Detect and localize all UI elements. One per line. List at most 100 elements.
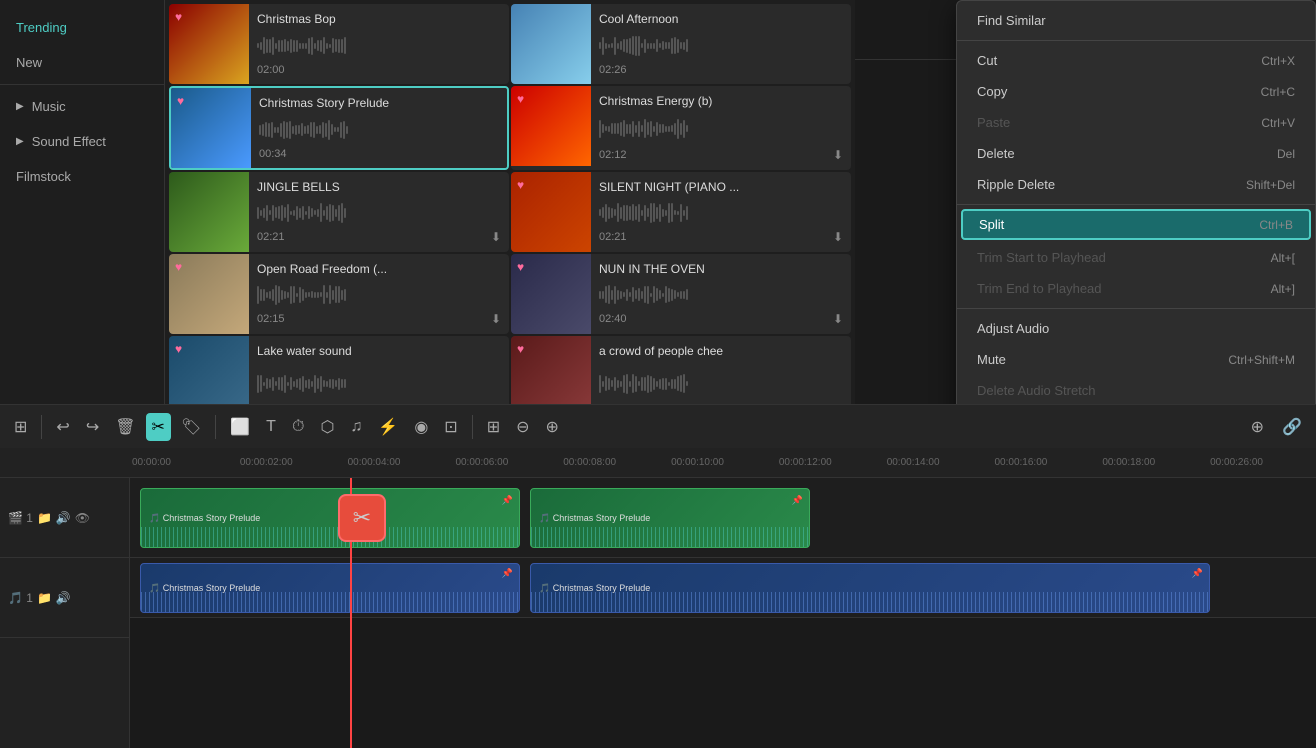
download-icon[interactable]: ⬇: [833, 230, 843, 244]
audio-clip-2[interactable]: 🎵 Christmas Story Prelude 📌: [530, 563, 1210, 613]
menu-item-find-similar[interactable]: Find Similar: [957, 5, 1315, 36]
media-thumb: ♥: [169, 254, 249, 334]
media-info: Lake water sound: [249, 336, 509, 404]
filmstock-label: Filmstock: [16, 169, 71, 184]
color-button[interactable]: ⬡: [314, 413, 340, 441]
media-info: JINGLE BELLS 02:21 ⬇: [249, 172, 509, 252]
video-clip-1[interactable]: 🎵 Christmas Story Prelude 📌: [140, 488, 520, 548]
download-icon[interactable]: ⬇: [491, 230, 501, 244]
menu-item-adjust-audio[interactable]: Adjust Audio: [957, 313, 1315, 344]
menu-item-cut[interactable]: CutCtrl+X: [957, 45, 1315, 76]
zoom-in-button[interactable]: ⊕: [540, 413, 565, 441]
media-thumb: ♥: [171, 88, 251, 168]
undo-button[interactable]: ↩: [50, 413, 75, 441]
menu-item-label: Copy: [977, 84, 1007, 99]
menu-item-label: Adjust Audio: [977, 321, 1049, 336]
ruler-mark: 00:00:12:00: [777, 457, 885, 468]
media-card-christmas-energy[interactable]: ♥ Christmas Energy (b) 02:12 ⬇: [511, 86, 851, 170]
sidebar-item-sound-effect[interactable]: ▶ Sound Effect: [0, 124, 164, 159]
menu-shortcut: Alt+]: [1271, 282, 1295, 296]
media-info: Christmas Bop 02:00: [249, 4, 509, 84]
audio-clip-1[interactable]: 🎵 Christmas Story Prelude 📌: [140, 563, 520, 613]
media-card-christmas-story[interactable]: ♥ Christmas Story Prelude 00:34: [169, 86, 509, 170]
media-duration: 02:40: [599, 313, 627, 325]
menu-item-label: Paste: [977, 115, 1010, 130]
media-card-cool-afternoon[interactable]: Cool Afternoon 02:26: [511, 4, 851, 84]
ruler-mark: 00:00:04:00: [346, 457, 454, 468]
media-card-silent-night[interactable]: ♥ SILENT NIGHT (PIANO ... 02:21 ⬇: [511, 172, 851, 252]
menu-shortcut: Ctrl+X: [1261, 54, 1295, 68]
zoom-out-button[interactable]: ⊖: [510, 413, 535, 441]
download-icon[interactable]: ⬇: [833, 312, 843, 326]
media-duration: 00:34: [259, 148, 287, 160]
clip-1-pin: 📌: [502, 495, 513, 506]
media-card-christmas-bop[interactable]: ♥ Christmas Bop 02:00: [169, 4, 509, 84]
audio-volume-icon[interactable]: 🔊: [56, 591, 71, 605]
crop-button[interactable]: ⊡: [438, 413, 463, 441]
waveform-bars: [257, 360, 501, 404]
menu-item-ripple-delete[interactable]: Ripple DeleteShift+Del: [957, 169, 1315, 200]
audio-button[interactable]: ♫: [344, 414, 368, 440]
zoom-fit-button[interactable]: ⊞: [481, 413, 506, 441]
download-icon[interactable]: ⬇: [491, 312, 501, 326]
media-info: NUN IN THE OVEN 02:40 ⬇: [591, 254, 851, 334]
volume-track-icon[interactable]: 🔊: [56, 511, 71, 525]
media-card-jingle-bells[interactable]: JINGLE BELLS 02:21 ⬇: [169, 172, 509, 252]
media-info: Cool Afternoon 02:26: [591, 4, 851, 84]
download-icon[interactable]: ⬇: [833, 148, 843, 162]
media-card-open-road[interactable]: ♥ Open Road Freedom (... 02:15 ⬇: [169, 254, 509, 334]
heart-icon: ♥: [175, 260, 182, 274]
audio-track-row: 🎵 Christmas Story Prelude 📌 🎵 Christmas …: [130, 558, 1316, 618]
media-footer: 02:21 ⬇: [257, 230, 501, 244]
menu-item-trim-end: Trim End to PlayheadAlt+]: [957, 273, 1315, 304]
media-title: Christmas Bop: [257, 12, 501, 28]
history-button[interactable]: ⏱: [286, 414, 310, 440]
link-clips-button[interactable]: 🔗: [1276, 413, 1308, 441]
sidebar-item-trending[interactable]: Trending: [0, 10, 164, 45]
media-title: SILENT NIGHT (PIANO ...: [599, 180, 843, 196]
media-card-nun-oven[interactable]: ♥ NUN IN THE OVEN 02:40 ⬇: [511, 254, 851, 334]
tag-button[interactable]: 🏷: [175, 413, 207, 441]
transform-button[interactable]: ⬜: [224, 413, 256, 441]
grid-button[interactable]: ⊞: [8, 413, 33, 441]
media-thumb: ♥: [511, 86, 591, 166]
stabilize-button[interactable]: ◉: [408, 413, 434, 441]
menu-item-delete[interactable]: DeleteDel: [957, 138, 1315, 169]
menu-shortcut: Del: [1277, 147, 1295, 161]
media-footer: 02:26: [599, 64, 843, 76]
clip-1-title: 🎵 Christmas Story Prelude: [149, 513, 260, 524]
music-arrow-icon: ▶: [16, 101, 24, 112]
sidebar-item-new[interactable]: New: [0, 45, 164, 80]
folder-icon[interactable]: 📁: [37, 511, 52, 525]
cut-button[interactable]: ✂: [146, 413, 171, 441]
sidebar-item-filmstock[interactable]: Filmstock: [0, 159, 164, 194]
media-card-crowd[interactable]: ♥ a crowd of people chee: [511, 336, 851, 404]
add-track-button[interactable]: ⊕: [1245, 413, 1270, 441]
video-track-label: 🎬 1 📁 🔊 👁: [0, 478, 129, 558]
sidebar-item-music[interactable]: ▶ Music: [0, 89, 164, 124]
eye-icon[interactable]: 👁: [75, 511, 90, 525]
menu-item-mute[interactable]: MuteCtrl+Shift+M: [957, 344, 1315, 375]
redo-button[interactable]: ↪: [80, 413, 105, 441]
delete-button[interactable]: 🗑: [109, 413, 141, 441]
text-button[interactable]: T: [260, 414, 282, 440]
menu-item-split[interactable]: SplitCtrl+B: [961, 209, 1311, 240]
timeline-area: 00:00:0000:00:02:0000:00:04:0000:00:06:0…: [0, 448, 1316, 748]
media-title: NUN IN THE OVEN: [599, 262, 843, 278]
media-footer: 02:00: [257, 64, 501, 76]
ruler-mark: 00:00:06:00: [453, 457, 561, 468]
track-labels: 🎬 1 📁 🔊 👁 🎵 1 📁 🔊: [0, 478, 130, 748]
audio-folder-icon[interactable]: 📁: [37, 591, 52, 605]
timeline-ruler: 00:00:0000:00:02:0000:00:04:0000:00:06:0…: [0, 448, 1316, 478]
media-thumb: [511, 4, 591, 84]
menu-item-copy[interactable]: CopyCtrl+C: [957, 76, 1315, 107]
toolbar-separator-1: [41, 415, 42, 439]
speed-button[interactable]: ⚡: [372, 413, 404, 441]
audio-track-icons: 🎵 1 📁 🔊: [8, 591, 71, 605]
waveform-bars: [599, 28, 843, 64]
menu-item-trim-start: Trim Start to PlayheadAlt+[: [957, 242, 1315, 273]
audio-track-label: 🎵 1 📁 🔊: [0, 558, 129, 638]
media-card-lake-water[interactable]: ♥ Lake water sound: [169, 336, 509, 404]
video-clip-2[interactable]: 🎵 Christmas Story Prelude 📌: [530, 488, 810, 548]
media-thumb: ♥: [169, 4, 249, 84]
